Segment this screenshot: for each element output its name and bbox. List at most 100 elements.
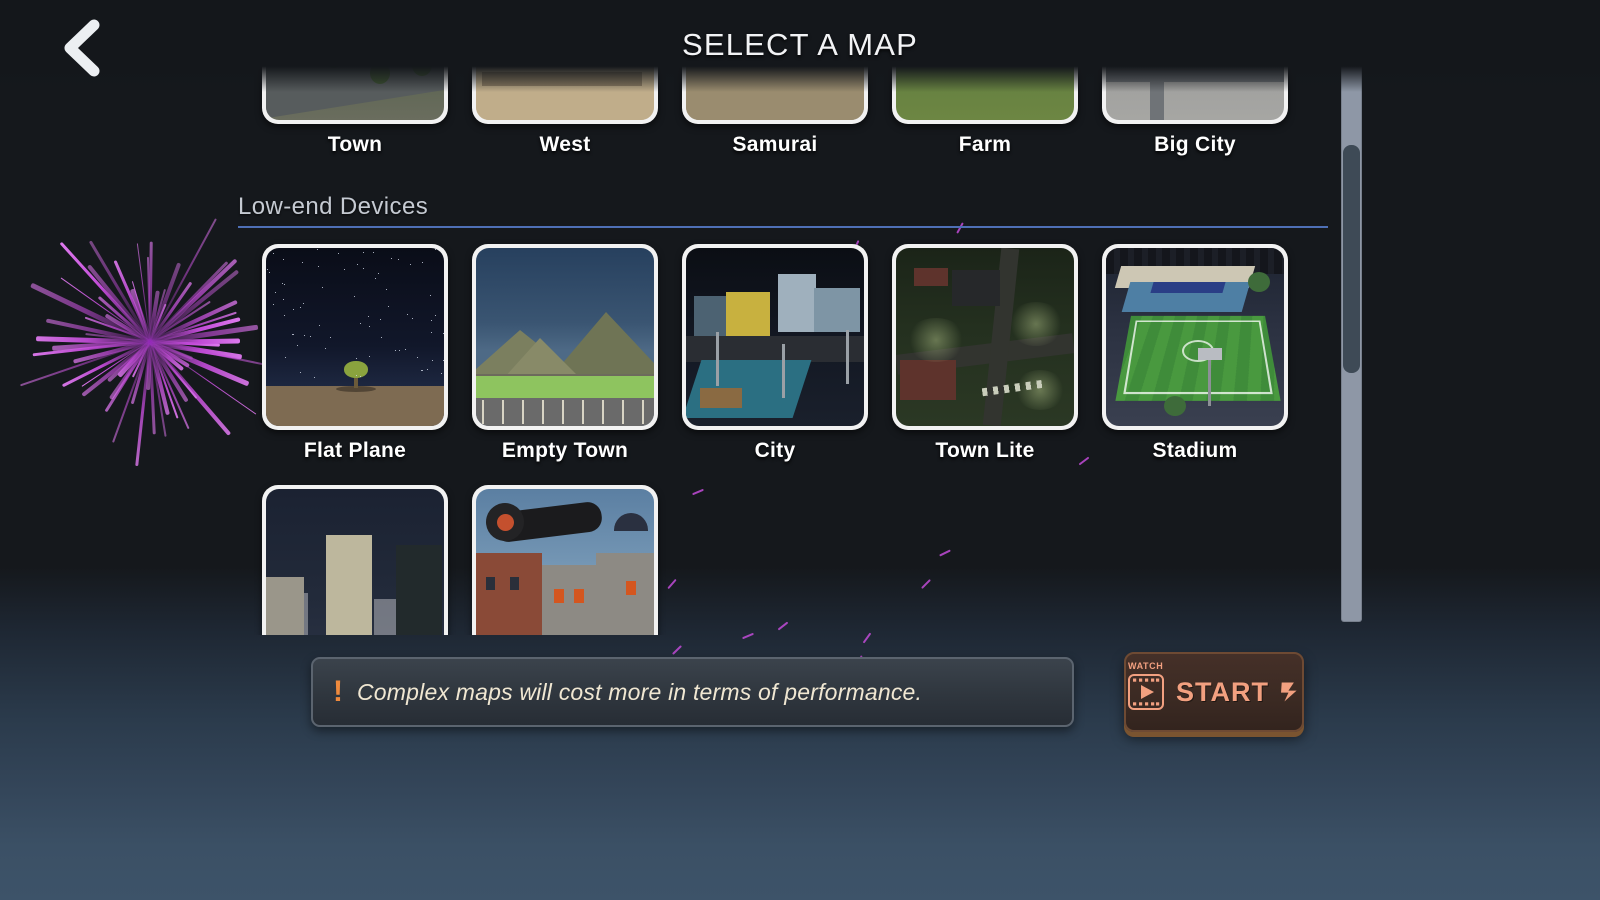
star bbox=[354, 296, 355, 297]
star bbox=[435, 249, 436, 250]
map-row-extra bbox=[250, 485, 1365, 635]
start-label: START bbox=[1176, 676, 1269, 707]
star bbox=[443, 333, 444, 334]
star bbox=[431, 320, 432, 321]
scene-flat-plane bbox=[266, 248, 444, 426]
map-card-skyline[interactable] bbox=[250, 485, 460, 635]
scrollbar-track[interactable] bbox=[1341, 64, 1362, 622]
star bbox=[356, 358, 357, 359]
star bbox=[302, 262, 303, 263]
map-row-low-end: Flat Plane Empty Town City Town Lite Sta… bbox=[250, 244, 1365, 463]
map-card-city[interactable]: City bbox=[670, 244, 880, 463]
star bbox=[325, 348, 326, 349]
watch-video-icon: WATCH bbox=[1126, 661, 1166, 714]
map-thumbnail bbox=[476, 248, 654, 426]
map-scroll-area[interactable]: Town West Samurai Farm Big City Low-end … bbox=[0, 60, 1365, 635]
star bbox=[427, 369, 428, 370]
map-label: Empty Town bbox=[501, 439, 629, 462]
scene-town-lite bbox=[896, 248, 1074, 426]
star bbox=[432, 360, 433, 361]
star bbox=[273, 304, 274, 305]
star bbox=[314, 377, 315, 378]
map-thumbnail-frame bbox=[472, 244, 658, 430]
star bbox=[284, 315, 285, 316]
parking-bay-line bbox=[642, 400, 644, 424]
map-card-cannon-street[interactable] bbox=[460, 485, 670, 635]
parking-bay-line bbox=[622, 400, 624, 424]
star bbox=[356, 375, 357, 376]
star bbox=[443, 360, 444, 361]
star bbox=[378, 273, 379, 274]
map-card-flat-plane[interactable]: Flat Plane bbox=[250, 244, 460, 463]
star bbox=[275, 292, 276, 293]
map-label: West bbox=[539, 133, 591, 156]
star bbox=[360, 323, 361, 324]
parking-bay-line bbox=[482, 400, 484, 424]
start-button[interactable]: WATCH START bbox=[1124, 652, 1304, 732]
star bbox=[430, 295, 431, 296]
star bbox=[363, 252, 364, 253]
parking-bay-line bbox=[582, 400, 584, 424]
map-label: City bbox=[754, 439, 796, 462]
star bbox=[357, 264, 358, 265]
star bbox=[391, 258, 392, 259]
star bbox=[422, 262, 423, 263]
star bbox=[368, 316, 369, 317]
map-thumbnail-frame bbox=[682, 244, 868, 430]
star bbox=[283, 299, 284, 300]
star bbox=[267, 269, 268, 270]
header-bar: SELECT A MAP bbox=[0, 0, 1600, 92]
parking-bay-line bbox=[522, 400, 524, 424]
map-thumbnail bbox=[476, 489, 654, 635]
map-label: Samurai bbox=[732, 133, 818, 156]
star bbox=[360, 376, 361, 377]
star bbox=[441, 373, 442, 374]
star bbox=[300, 307, 301, 308]
star bbox=[395, 350, 396, 351]
star bbox=[431, 332, 432, 333]
parking-bay-line bbox=[602, 400, 604, 424]
parking-bay-line bbox=[502, 400, 504, 424]
star bbox=[285, 357, 286, 358]
firework-spark bbox=[671, 645, 683, 655]
scene-cannon-street bbox=[476, 489, 654, 635]
scene-stadium bbox=[1106, 248, 1284, 426]
star bbox=[407, 314, 408, 315]
star bbox=[338, 253, 339, 254]
star bbox=[293, 309, 294, 310]
star bbox=[369, 326, 370, 327]
star bbox=[322, 287, 323, 288]
scene-skyline bbox=[266, 489, 444, 635]
scene-empty-town bbox=[476, 248, 654, 426]
warning-banner: ! Complex maps will cost more in terms o… bbox=[311, 657, 1074, 727]
star bbox=[399, 350, 400, 351]
map-label: Stadium bbox=[1152, 439, 1238, 462]
star bbox=[304, 335, 305, 336]
section-divider bbox=[238, 226, 1328, 228]
star bbox=[300, 372, 301, 373]
star bbox=[363, 268, 364, 269]
map-card-town-lite[interactable]: Town Lite bbox=[880, 244, 1090, 463]
map-label: Big City bbox=[1154, 133, 1236, 156]
map-card-stadium[interactable]: Stadium bbox=[1090, 244, 1300, 463]
scrollbar-thumb[interactable] bbox=[1343, 145, 1360, 373]
star bbox=[317, 249, 318, 250]
map-thumbnail-frame bbox=[262, 485, 448, 635]
star bbox=[269, 272, 270, 273]
star bbox=[344, 269, 345, 270]
star bbox=[435, 315, 436, 316]
section-header-low-end: Low-end Devices bbox=[238, 193, 1328, 228]
star bbox=[303, 303, 304, 304]
map-card-empty-town[interactable]: Empty Town bbox=[460, 244, 670, 463]
star bbox=[318, 266, 319, 267]
star bbox=[297, 345, 298, 346]
star bbox=[422, 370, 423, 371]
map-thumbnail bbox=[266, 489, 444, 635]
star bbox=[282, 283, 283, 284]
map-label: Town bbox=[327, 133, 383, 156]
map-thumbnail-frame bbox=[262, 244, 448, 430]
star bbox=[273, 253, 274, 254]
map-label: Farm bbox=[958, 133, 1012, 156]
star bbox=[417, 357, 418, 358]
warning-exclamation-icon: ! bbox=[333, 675, 343, 708]
